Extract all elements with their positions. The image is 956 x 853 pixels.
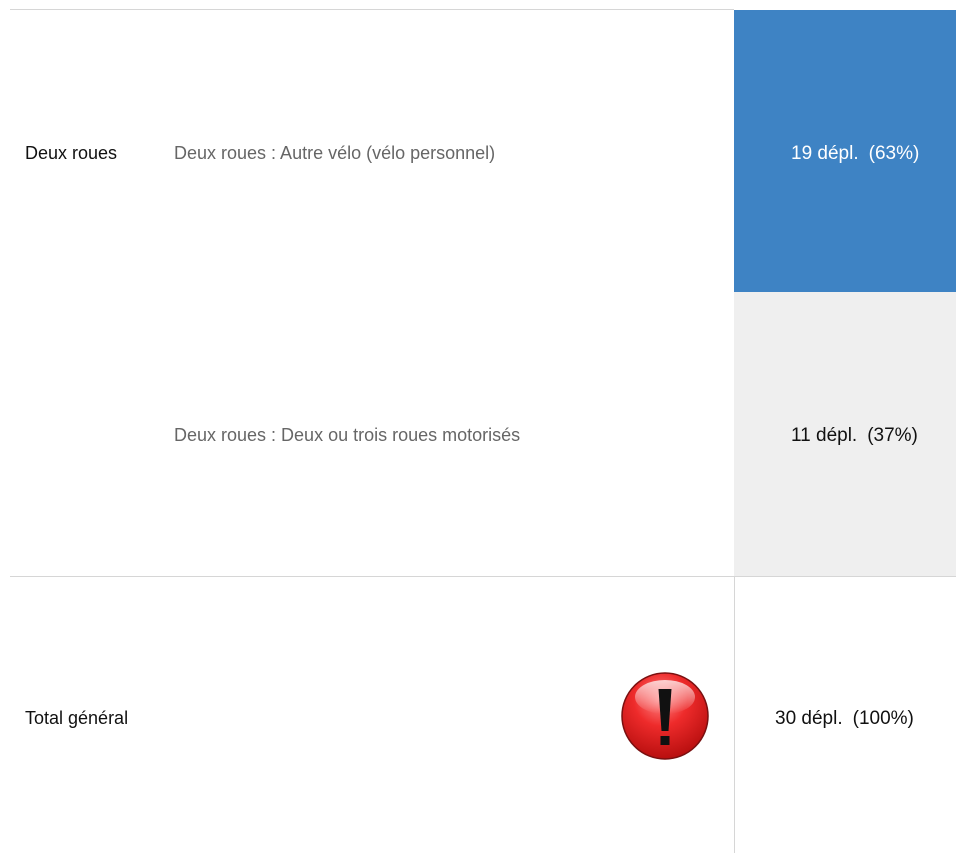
row-group-label: Deux roues: [25, 143, 118, 163]
row-value: 11 dépl. (37%): [791, 425, 918, 447]
row-count: 19 dépl.: [791, 143, 859, 164]
row-percent: (37%): [867, 425, 918, 446]
row-category-label: Deux roues : Autre vélo (vélo personnel): [174, 143, 496, 163]
group-divider: [10, 576, 956, 577]
exclamation-warning-icon[interactable]: [620, 671, 710, 761]
row-percent: (63%): [868, 143, 920, 164]
total-percent: (100%): [852, 708, 914, 729]
table-top-border: [10, 9, 734, 10]
value-column-border: [734, 576, 735, 853]
row-value: 19 dépl. (63%): [791, 143, 919, 165]
total-count: 30 dépl.: [775, 708, 843, 729]
total-value: 30 dépl. (100%): [775, 708, 914, 730]
row-category-label: Deux roues : Deux ou trois roues motoris…: [174, 425, 521, 445]
row-count: 11 dépl.: [791, 425, 858, 446]
total-label: Total général: [25, 708, 129, 728]
